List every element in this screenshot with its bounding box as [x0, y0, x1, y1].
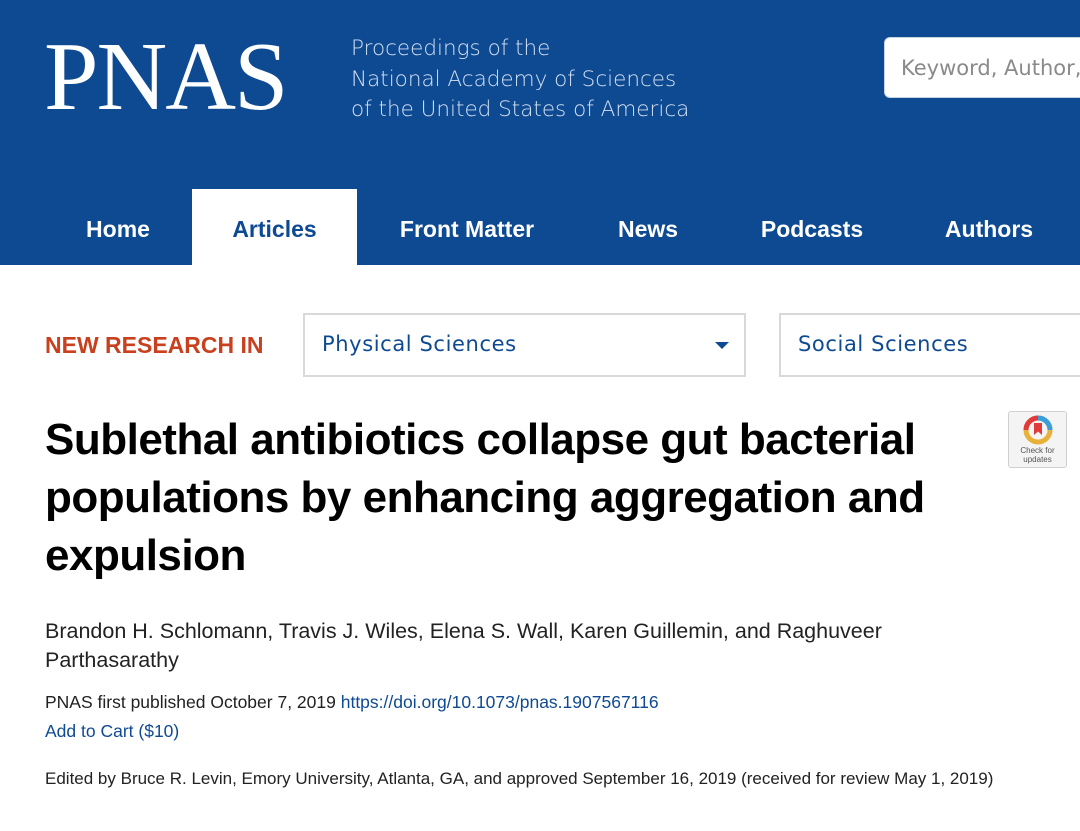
- journal-tagline: Proceedings of the National Academy of S…: [351, 34, 689, 126]
- dropdown-label: Physical Sciences: [322, 332, 517, 356]
- search-input[interactable]: [884, 37, 1080, 98]
- tagline-line-2: National Academy of Sciences: [351, 66, 677, 92]
- badge-text: Check for updates: [1020, 446, 1055, 464]
- nav-articles[interactable]: Articles: [192, 189, 357, 265]
- pnas-logo[interactable]: PNAS: [44, 28, 289, 126]
- check-for-updates-badge[interactable]: Check for updates: [1008, 411, 1067, 468]
- add-to-cart-link[interactable]: Add to Cart ($10): [45, 721, 179, 742]
- social-sciences-dropdown[interactable]: Social Sciences: [779, 313, 1080, 377]
- physical-sciences-dropdown[interactable]: Physical Sciences: [303, 313, 746, 377]
- editor-note: Edited by Bruce R. Levin, Emory Universi…: [45, 769, 994, 788]
- new-research-label: NEW RESEARCH IN: [45, 332, 264, 358]
- nav-home[interactable]: Home: [45, 189, 191, 265]
- nav-podcasts[interactable]: Podcasts: [742, 189, 882, 265]
- nav-front-matter[interactable]: Front Matter: [377, 189, 557, 265]
- doi-link[interactable]: https://doi.org/10.1073/pnas.1907567116: [341, 692, 659, 712]
- published-date: PNAS first published October 7, 2019: [45, 692, 341, 712]
- tagline-line-3: of the United States of America: [351, 97, 690, 122]
- author-list: Brandon H. Schlomann, Travis J. Wiles, E…: [45, 619, 882, 672]
- crossmark-icon: [1023, 415, 1053, 445]
- publication-line: PNAS first published October 7, 2019 htt…: [45, 692, 659, 713]
- article-title: Sublethal antibiotics collapse gut bacte…: [45, 415, 925, 580]
- dropdown-label: Social Sciences: [798, 332, 969, 356]
- main-nav: Home Articles Front Matter News Podcasts…: [0, 189, 1080, 265]
- nav-authors[interactable]: Authors: [930, 189, 1048, 265]
- chevron-down-icon: [715, 342, 729, 349]
- site-header: PNAS Proceedings of the National Academy…: [0, 0, 1080, 265]
- nav-news[interactable]: News: [598, 189, 698, 265]
- tagline-line-1: Proceedings of the: [351, 36, 551, 61]
